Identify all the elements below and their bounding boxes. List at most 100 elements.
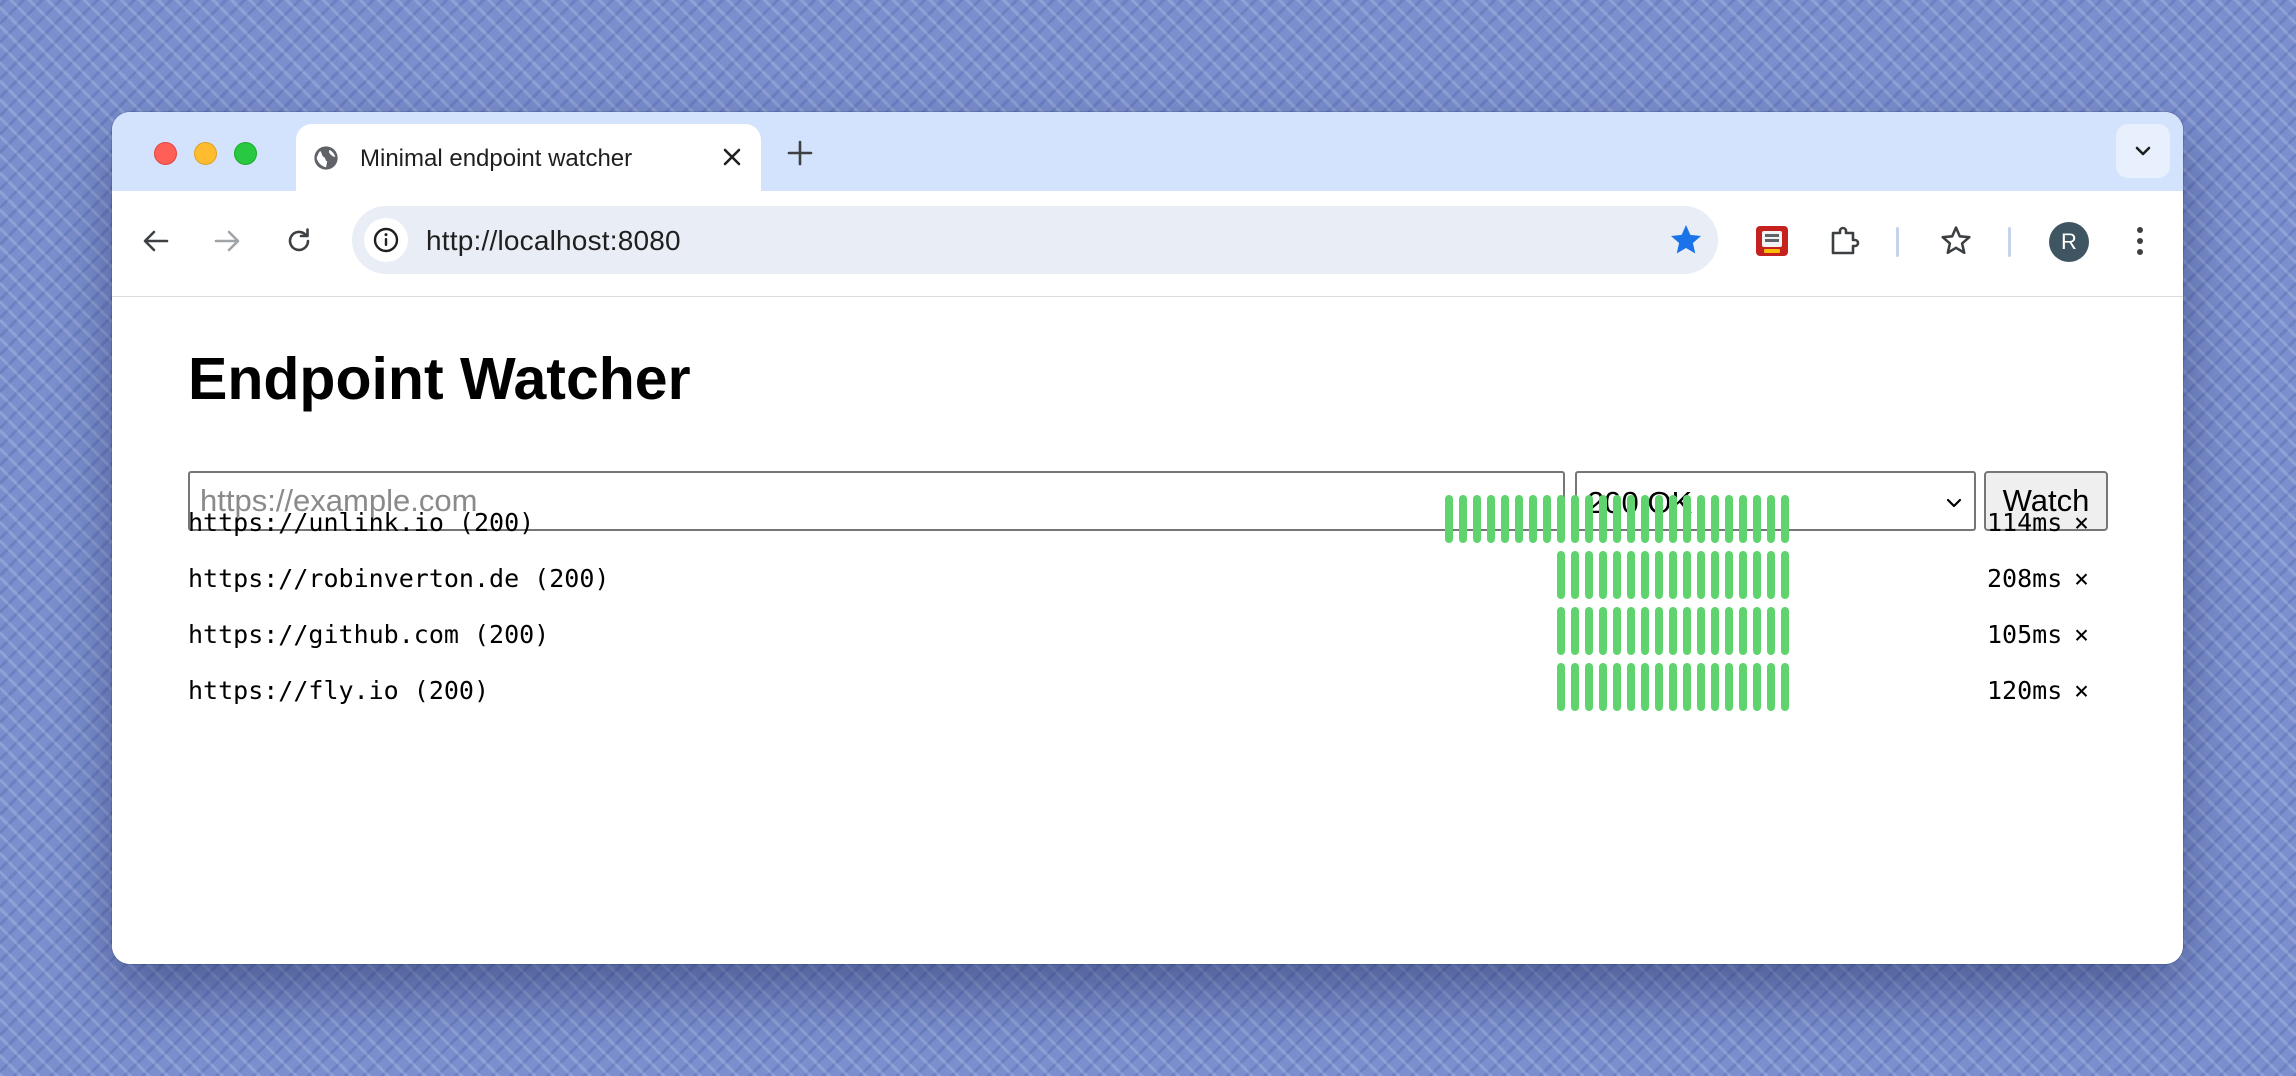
- check-bar: [1683, 607, 1691, 655]
- plus-icon: [787, 140, 813, 166]
- toolbar-divider: [1896, 227, 1899, 257]
- check-bar: [1725, 663, 1733, 711]
- check-bar: [1487, 495, 1495, 543]
- check-bar: [1767, 495, 1775, 543]
- endpoint-label: https://fly.io (200): [188, 676, 490, 705]
- check-bar: [1767, 551, 1775, 599]
- page-title: Endpoint Watcher: [188, 346, 691, 412]
- tab-search-button[interactable]: [2116, 124, 2170, 178]
- check-bar: [1739, 495, 1747, 543]
- check-bar: [1767, 663, 1775, 711]
- page-content: Endpoint Watcher 200 OK Watch https://un…: [112, 297, 2183, 964]
- check-bar: [1613, 495, 1621, 543]
- check-bar: [1725, 551, 1733, 599]
- check-bar: [1725, 607, 1733, 655]
- tab-strip: Minimal endpoint watcher: [112, 112, 2183, 191]
- check-bar: [1557, 551, 1565, 599]
- close-icon: [723, 148, 741, 166]
- info-icon: [373, 227, 399, 253]
- response-time: 208ms: [1987, 564, 2063, 593]
- check-bar: [1753, 663, 1761, 711]
- check-bar: [1571, 663, 1579, 711]
- check-bar: [1585, 663, 1593, 711]
- check-bar: [1599, 495, 1607, 543]
- menu-button[interactable]: [2120, 221, 2160, 261]
- check-bar: [1669, 551, 1677, 599]
- response-time: 114ms: [1987, 508, 2063, 537]
- check-bar: [1501, 495, 1509, 543]
- check-bar: [1753, 495, 1761, 543]
- check-bar: [1781, 495, 1789, 543]
- check-history-bars: [1499, 607, 1789, 655]
- check-bar: [1627, 607, 1635, 655]
- check-bar: [1739, 607, 1747, 655]
- check-bar: [1599, 551, 1607, 599]
- check-bar: [1753, 607, 1761, 655]
- check-bar: [1529, 495, 1537, 543]
- endpoint-label: https://github.com (200): [188, 620, 550, 649]
- check-bar: [1557, 663, 1565, 711]
- check-bar: [1473, 495, 1481, 543]
- check-bar: [1655, 663, 1663, 711]
- response-time: 120ms: [1987, 676, 2063, 705]
- puzzle-icon: [1831, 226, 1860, 255]
- check-bar: [1711, 551, 1719, 599]
- more-vertical-icon: [2137, 227, 2143, 255]
- extension-button[interactable]: [1752, 221, 1792, 261]
- check-history-bars: [1445, 495, 1789, 543]
- endpoint-label: https://unlink.io (200): [188, 508, 535, 537]
- remove-endpoint-button[interactable]: ×: [2074, 508, 2089, 537]
- check-bar: [1641, 495, 1649, 543]
- extension-app-icon: [1756, 226, 1788, 256]
- browser-window: Minimal endpoint watcher http://localhos…: [112, 112, 2183, 964]
- arrow-left-icon: [143, 230, 169, 252]
- check-bar: [1571, 607, 1579, 655]
- arrow-right-icon: [214, 230, 240, 252]
- check-history-bars: [1499, 663, 1789, 711]
- new-tab-button[interactable]: [783, 136, 817, 170]
- check-bar: [1627, 495, 1635, 543]
- check-bar: [1641, 663, 1649, 711]
- check-bar: [1613, 607, 1621, 655]
- check-bar: [1571, 495, 1579, 543]
- bookmarks-button[interactable]: [1936, 221, 1976, 261]
- extensions-button[interactable]: [1825, 221, 1865, 261]
- close-window-button[interactable]: [154, 142, 177, 165]
- check-bar: [1655, 495, 1663, 543]
- response-time: 105ms: [1987, 620, 2063, 649]
- reload-button[interactable]: [279, 221, 319, 261]
- check-bar: [1697, 495, 1705, 543]
- remove-endpoint-button[interactable]: ×: [2074, 620, 2089, 649]
- check-bar: [1669, 663, 1677, 711]
- check-bar: [1613, 663, 1621, 711]
- check-bar: [1781, 551, 1789, 599]
- chevron-down-icon: [2135, 146, 2151, 156]
- check-bar: [1725, 495, 1733, 543]
- check-bar: [1711, 607, 1719, 655]
- check-bar: [1683, 551, 1691, 599]
- tab-close-button[interactable]: [717, 142, 747, 172]
- check-bar: [1753, 551, 1761, 599]
- minimize-window-button[interactable]: [194, 142, 217, 165]
- check-bar: [1641, 607, 1649, 655]
- check-bar: [1585, 495, 1593, 543]
- address-bar[interactable]: http://localhost:8080: [352, 206, 1718, 274]
- site-info-button[interactable]: [364, 218, 408, 262]
- check-bar: [1585, 607, 1593, 655]
- bookmark-star-icon[interactable]: [1668, 222, 1704, 258]
- check-bar: [1683, 663, 1691, 711]
- remove-endpoint-button[interactable]: ×: [2074, 564, 2089, 593]
- check-bar: [1697, 551, 1705, 599]
- endpoint-row: https://fly.io (200) 120ms ×: [112, 663, 2183, 719]
- forward-button[interactable]: [207, 221, 247, 261]
- profile-avatar[interactable]: R: [2049, 222, 2089, 262]
- endpoint-row: https://robinverton.de (200) 208ms ×: [112, 551, 2183, 607]
- check-bar: [1557, 607, 1565, 655]
- check-bar: [1739, 663, 1747, 711]
- address-text: http://localhost:8080: [426, 225, 681, 256]
- back-button[interactable]: [136, 221, 176, 261]
- check-bar: [1711, 495, 1719, 543]
- remove-endpoint-button[interactable]: ×: [2074, 676, 2089, 705]
- maximize-window-button[interactable]: [234, 142, 257, 165]
- active-tab[interactable]: Minimal endpoint watcher: [296, 124, 761, 191]
